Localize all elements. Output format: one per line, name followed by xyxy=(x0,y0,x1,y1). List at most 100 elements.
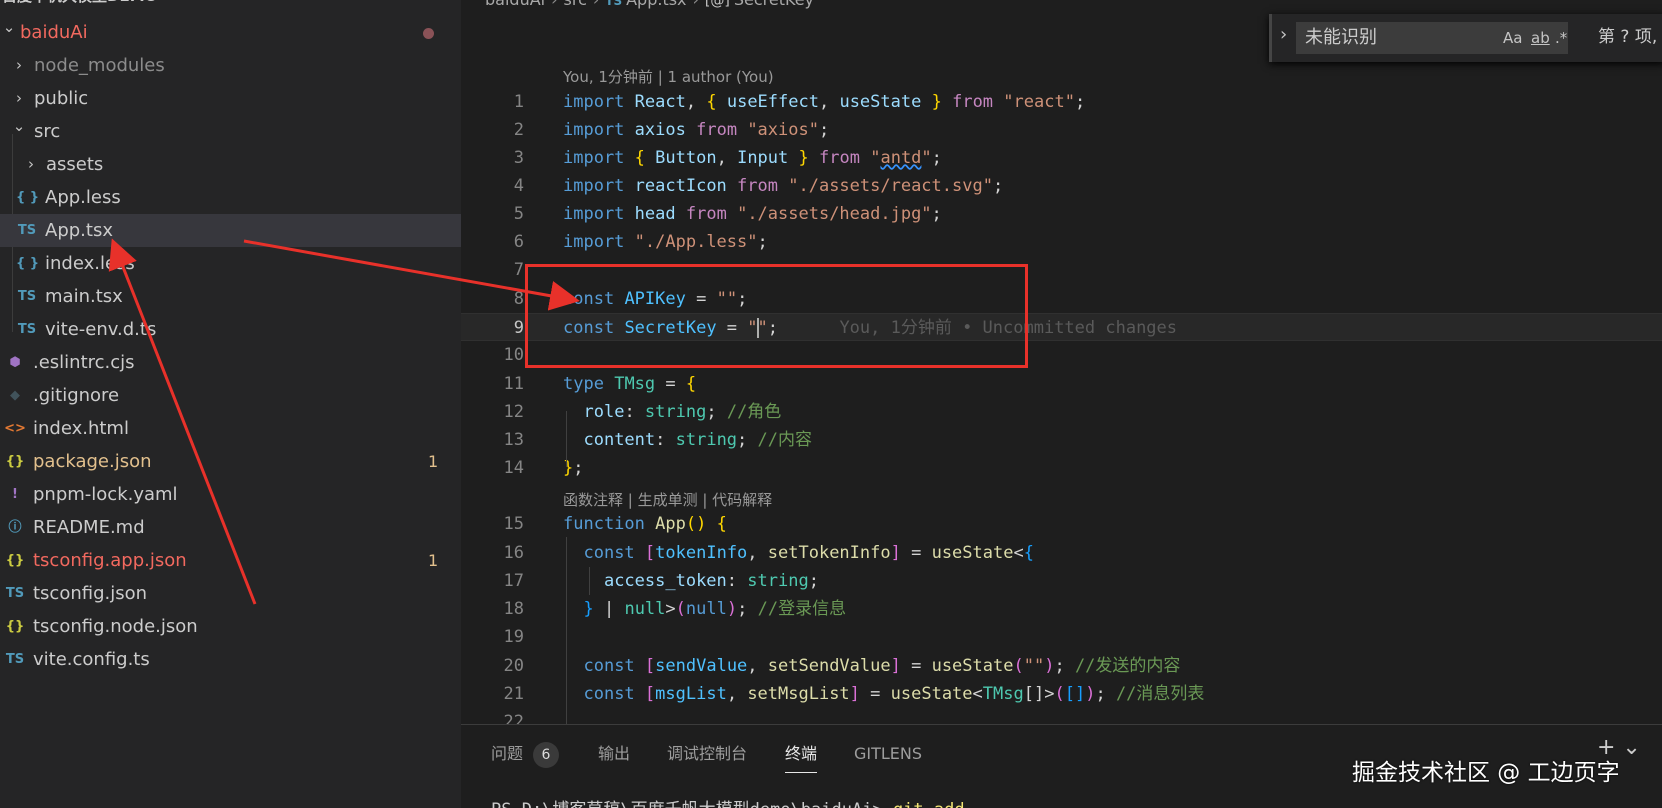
tree-item[interactable]: › public xyxy=(0,82,461,115)
info-file-icon: ⓘ xyxy=(8,520,22,535)
tree-item[interactable]: { } App.less xyxy=(0,181,461,214)
code-line[interactable]: 16 const [tokenInfo, setTokenInfo] = use… xyxy=(461,539,1662,567)
code-line[interactable]: 11 type TMsg = { xyxy=(461,370,1662,398)
code-line[interactable]: 14}; xyxy=(461,454,1662,482)
breadcrumb-symbol[interactable]: SecretKey xyxy=(734,0,814,9)
tree-item[interactable]: TS tsconfig.json xyxy=(0,577,461,610)
tree-item[interactable]: › assets xyxy=(0,148,461,181)
tree-item[interactable]: › node_modules xyxy=(0,49,461,82)
code-token: | xyxy=(593,599,625,619)
code-token: ; xyxy=(706,402,727,422)
tree-item[interactable]: ⌄ baiduAi xyxy=(0,16,461,49)
chevron-down-icon[interactable]: ⌄ xyxy=(2,11,16,44)
code-line[interactable]: 1 import React, { useEffect, useState } f… xyxy=(461,88,1662,116)
tree-item[interactable]: ⌄ src xyxy=(0,115,461,148)
tab-problems[interactable]: 问题 6 xyxy=(491,739,560,769)
explorer-section-title[interactable]: 百度千帆大模型DEMO xyxy=(0,0,157,8)
tab-label: 问题 xyxy=(491,744,524,763)
yaml-file-icon: ! xyxy=(12,487,18,502)
tree-item[interactable]: {} tsconfig.app.json 1 xyxy=(0,544,461,577)
tree-item[interactable]: ! pnpm-lock.yaml xyxy=(0,478,461,511)
toggle-replace-chevron-icon[interactable]: › xyxy=(1280,24,1287,45)
code-line[interactable]: 4 import reactIcon from "./assets/react.s… xyxy=(461,172,1662,200)
codelens-actions[interactable]: 函数注释 | 生成单测 | 代码解释 xyxy=(563,489,772,511)
breadcrumb-root[interactable]: baiduAi xyxy=(485,0,545,9)
code-line[interactable]: 15 function App() { xyxy=(461,510,1662,538)
chevron-right-icon[interactable]: › xyxy=(24,148,38,181)
code-line[interactable]: 18 } | null>(null); //登录信息 xyxy=(461,595,1662,623)
tree-item[interactable]: ◆ .gitignore xyxy=(0,379,461,412)
tree-item[interactable]: TS vite-env.d.ts xyxy=(0,313,461,346)
tree-item[interactable]: TS App.tsx xyxy=(0,214,461,247)
code-token: ; xyxy=(1074,92,1086,112)
code-line[interactable]: 3 import { Button, Input } from "antd"; xyxy=(461,144,1662,172)
tab-gitlens[interactable]: GITLENS xyxy=(854,739,922,769)
tree-item[interactable]: <> index.html xyxy=(0,412,461,445)
code-token: " xyxy=(921,148,932,168)
regex-icon[interactable]: .* xyxy=(1555,23,1567,53)
tree-item[interactable]: { } index.less xyxy=(0,247,461,280)
code-line[interactable]: 22 xyxy=(461,708,1662,724)
tree-item-label: main.tsx xyxy=(45,286,123,307)
terminal-command: git add . xyxy=(893,800,985,808)
breadcrumb-folder[interactable]: src xyxy=(564,0,587,9)
code-line[interactable]: 20 const [sendValue, setSendValue] = use… xyxy=(461,652,1662,680)
code-token: [ xyxy=(644,656,656,676)
tab-terminal[interactable]: 终端 xyxy=(785,739,818,773)
breadcrumb-file[interactable]: App.tsx xyxy=(626,0,686,9)
code-token: string xyxy=(644,402,707,422)
git-blame-header[interactable]: You, 1分钟前 | 1 author (You) xyxy=(563,66,774,88)
tree-item[interactable]: TS main.tsx xyxy=(0,280,461,313)
line-number: 8 xyxy=(513,289,524,309)
typescript-file-icon: TS xyxy=(17,322,37,337)
tree-item[interactable]: TS vite.config.ts xyxy=(0,643,461,676)
code-line[interactable]: 21 const [msgList, setMsgList] = useStat… xyxy=(461,680,1662,708)
line-number: 17 xyxy=(503,571,524,591)
code-token: : xyxy=(726,571,748,591)
tree-item[interactable]: ⬢ .eslintrc.cjs xyxy=(0,346,461,379)
code-token: type xyxy=(563,374,604,394)
annotation-highlight-box xyxy=(525,264,1028,368)
code-text: import React, { useEffect, useState } fr… xyxy=(563,88,1085,116)
code-line[interactable]: 17 access_token: string; xyxy=(461,567,1662,595)
code-line[interactable]: 19 xyxy=(461,623,1662,651)
code-line[interactable]: 2 import axios from "axios"; xyxy=(461,116,1662,144)
code-line[interactable]: 5 import head from "./assets/head.jpg"; xyxy=(461,200,1662,228)
code-token: ) xyxy=(1044,656,1055,676)
find-input[interactable]: 未能识别 Aa ab .* xyxy=(1296,22,1568,54)
problems-count-badge: 6 xyxy=(533,742,560,768)
code-text: access_token: string; xyxy=(563,567,819,595)
code-token: Input xyxy=(737,148,789,168)
terminal-output[interactable]: PS D:\博客草稿\百度千帆大模型demo\baiduAi> git add … xyxy=(491,795,985,808)
code-token: { xyxy=(716,514,727,534)
tab-output[interactable]: 输出 xyxy=(598,739,630,769)
line-number: 3 xyxy=(513,148,524,168)
match-case-icon[interactable]: Aa xyxy=(1503,23,1522,53)
code-line[interactable]: 12 role: string; //角色 xyxy=(461,398,1662,426)
chevron-down-icon[interactable]: ⌄ xyxy=(12,110,26,143)
code-token: > xyxy=(665,599,676,619)
code-token: ] xyxy=(849,684,860,704)
indent-guide xyxy=(589,567,590,595)
code-token: , xyxy=(726,684,748,704)
code-token: } xyxy=(563,458,574,478)
line-number: 4 xyxy=(513,176,524,196)
tab-debug-console[interactable]: 调试控制台 xyxy=(667,739,747,769)
tree-item[interactable]: {} tsconfig.node.json xyxy=(0,610,461,643)
code-line[interactable]: 6 import "./App.less"; xyxy=(461,228,1662,256)
code-line[interactable]: 13 content: string; //内容 xyxy=(461,426,1662,454)
eslint-file-icon: ⬢ xyxy=(9,355,21,370)
match-whole-word-icon[interactable]: ab xyxy=(1531,23,1550,53)
tree-item[interactable]: ⓘ README.md xyxy=(0,511,461,544)
tree-item[interactable]: {} package.json 1 xyxy=(0,445,461,478)
chevron-right-icon[interactable]: › xyxy=(12,49,26,82)
line-number: 7 xyxy=(513,260,524,280)
code-token: "react" xyxy=(1003,92,1075,112)
